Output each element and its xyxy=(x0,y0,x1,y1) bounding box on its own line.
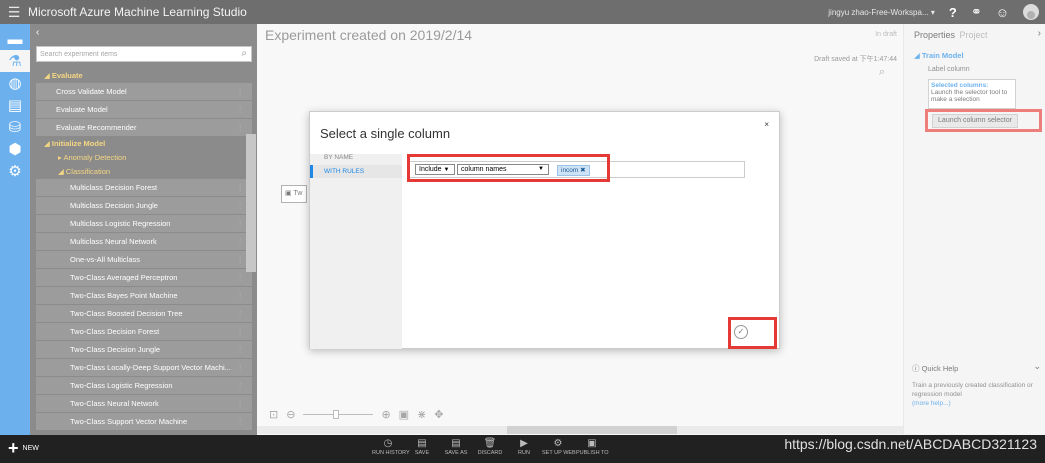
play-icon: ▶ xyxy=(520,438,528,449)
save-button[interactable]: ▤ SAVE xyxy=(406,438,438,456)
save-as-button[interactable]: ▤ SAVE AS xyxy=(440,438,472,456)
clock-icon: ◷ xyxy=(383,438,393,449)
highlight-box xyxy=(728,317,777,349)
discard-button[interactable]: 🗑 DISCARD xyxy=(474,438,506,456)
watermark-text: https://blog.csdn.net/ABCDABCD321123 xyxy=(784,436,1037,452)
run-button[interactable]: ▶ RUN xyxy=(508,438,540,456)
gallery-icon: ▣ xyxy=(587,438,597,449)
save-icon: ▤ xyxy=(417,438,427,449)
plus-icon: + xyxy=(8,438,19,458)
close-icon[interactable]: × xyxy=(764,120,769,129)
command-actions: ◷ RUN HISTORY ▤ SAVE ▤ SAVE AS 🗑 DISCARD ▶ RU… xyxy=(372,438,610,456)
save-as-icon: ▤ xyxy=(451,438,461,449)
highlight-box xyxy=(407,154,610,182)
run-history-button[interactable]: ◷ RUN HISTORY xyxy=(372,438,410,456)
mode-with-rules[interactable]: WITH RULES xyxy=(310,165,402,178)
web-service-icon: ⚙ xyxy=(553,438,563,449)
dialog-title: Select a single column xyxy=(320,126,451,141)
column-selector-dialog: Select a single column × BY NAME WITH RU… xyxy=(309,111,780,349)
publish-button[interactable]: ▣ PUBLISH TO xyxy=(576,438,609,456)
selection-mode-list: BY NAME WITH RULES xyxy=(310,154,402,349)
setup-web-service-button[interactable]: ⚙ SET UP WEB xyxy=(542,438,576,456)
trash-icon: 🗑 xyxy=(483,438,497,449)
mode-by-name[interactable]: BY NAME xyxy=(324,154,353,161)
bottom-command-bar: + NEW ◷ RUN HISTORY ▤ SAVE ▤ SAVE AS 🗑 DISCA… xyxy=(0,435,1045,463)
new-button[interactable]: + NEW xyxy=(8,438,39,458)
